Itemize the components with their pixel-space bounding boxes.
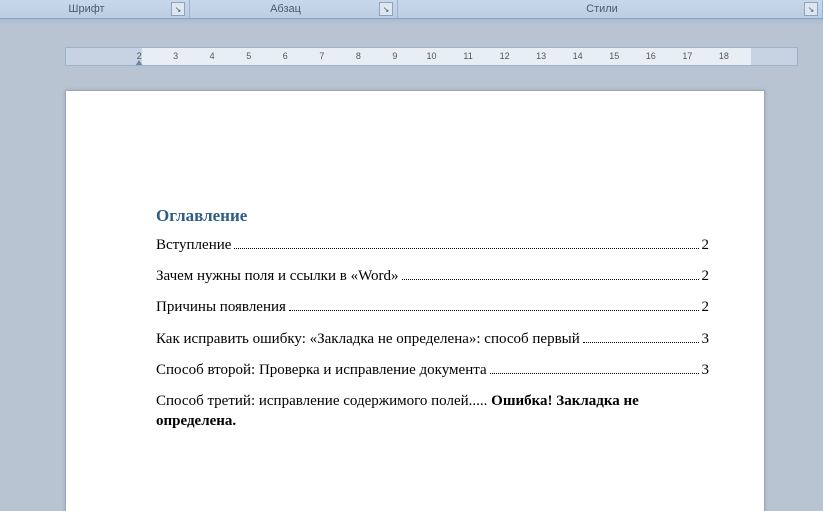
ribbon-group-font-label: Шрифт (6, 3, 167, 15)
ruler-tick: 3 (173, 51, 178, 61)
toc-entry-page: 2 (702, 297, 710, 317)
toc-entry[interactable]: Причины появления 2 (156, 297, 709, 317)
toc-error-text: Ошибка! Закладка не (491, 391, 639, 411)
ruler-tick: 10 (426, 51, 436, 61)
ruler-tick: 12 (500, 51, 510, 61)
ruler-tick: 4 (210, 51, 215, 61)
toc-leader (234, 248, 698, 249)
toc-entry[interactable]: Способ второй: Проверка и исправление до… (156, 360, 709, 380)
ruler-tick: 15 (609, 51, 619, 61)
ribbon-group-paragraph: Абзац ↘ (190, 0, 398, 18)
horizontal-ruler[interactable]: 23456789101112131415161718 (65, 47, 798, 66)
toc-entry-text: Причины появления (156, 297, 286, 317)
toc-leader (289, 310, 699, 311)
toc-entry[interactable]: Вступление 2 (156, 235, 709, 255)
toc-entry-text: Вступление (156, 235, 231, 255)
ruler-tick: 11 (463, 51, 472, 61)
dialog-launcher-icon[interactable]: ↘ (379, 2, 393, 16)
dialog-launcher-icon[interactable]: ↘ (804, 2, 818, 16)
ruler-ticks: 23456789101112131415161718 (66, 48, 797, 65)
toc-leader-short: ..... (469, 391, 488, 411)
toc-entry-page: 3 (702, 360, 710, 380)
ruler-tick: 13 (536, 51, 546, 61)
dialog-launcher-icon[interactable]: ↘ (171, 2, 185, 16)
ribbon-group-font: Шрифт ↘ (0, 0, 190, 18)
ruler-tick: 5 (246, 51, 251, 61)
ribbon-group-styles-label: Стили (404, 3, 800, 15)
ruler-tick: 7 (319, 51, 324, 61)
toc-leader (490, 373, 699, 374)
toc-entry-text: Как исправить ошибку: «Закладка не опред… (156, 329, 580, 349)
toc-entry-text: Способ второй: Проверка и исправление до… (156, 360, 487, 380)
toc-list: Вступление2Зачем нужны поля и ссылки в «… (156, 235, 709, 380)
toc-entry[interactable]: Зачем нужны поля и ссылки в «Word» 2 (156, 266, 709, 286)
ruler-tick: 17 (682, 51, 692, 61)
toc-entry-broken: Способ третий: исправление содержимого п… (156, 391, 709, 432)
ruler-tick: 9 (392, 51, 397, 61)
ribbon-group-styles: Стили ↘ (398, 0, 823, 18)
ribbon-group-paragraph-label: Абзац (196, 3, 375, 15)
document-body: Оглавление Вступление2Зачем нужны поля и… (156, 206, 709, 432)
toc-title: Оглавление (156, 206, 709, 229)
toc-entry-page: 2 (702, 235, 710, 255)
toc-entry[interactable]: Как исправить ошибку: «Закладка не опред… (156, 329, 709, 349)
document-page[interactable]: Оглавление Вступление2Зачем нужны поля и… (65, 90, 765, 511)
ruler-tick: 18 (719, 51, 729, 61)
ruler-tick: 6 (283, 51, 288, 61)
ruler-tick: 8 (356, 51, 361, 61)
toc-entry-page: 2 (702, 266, 710, 286)
indent-marker-icon[interactable] (135, 60, 143, 66)
document-workspace: 2 3 4 5 6 7 8 9 10 11 12 13 14 15 16 17 18 Оглавление Вс… (0, 25, 823, 511)
toc-entry-text: Способ третий: исправление содержимого п… (156, 391, 469, 411)
toc-entry-page: 3 (702, 329, 710, 349)
ruler-tick: 16 (646, 51, 656, 61)
toc-entry-text: Зачем нужны поля и ссылки в «Word» (156, 266, 399, 286)
toc-leader (583, 342, 699, 343)
toc-error-text: определена. (156, 411, 709, 431)
ruler-tick: 14 (573, 51, 583, 61)
ribbon-group-strip: Шрифт ↘ Абзац ↘ Стили ↘ (0, 0, 823, 19)
toc-leader (402, 279, 699, 280)
